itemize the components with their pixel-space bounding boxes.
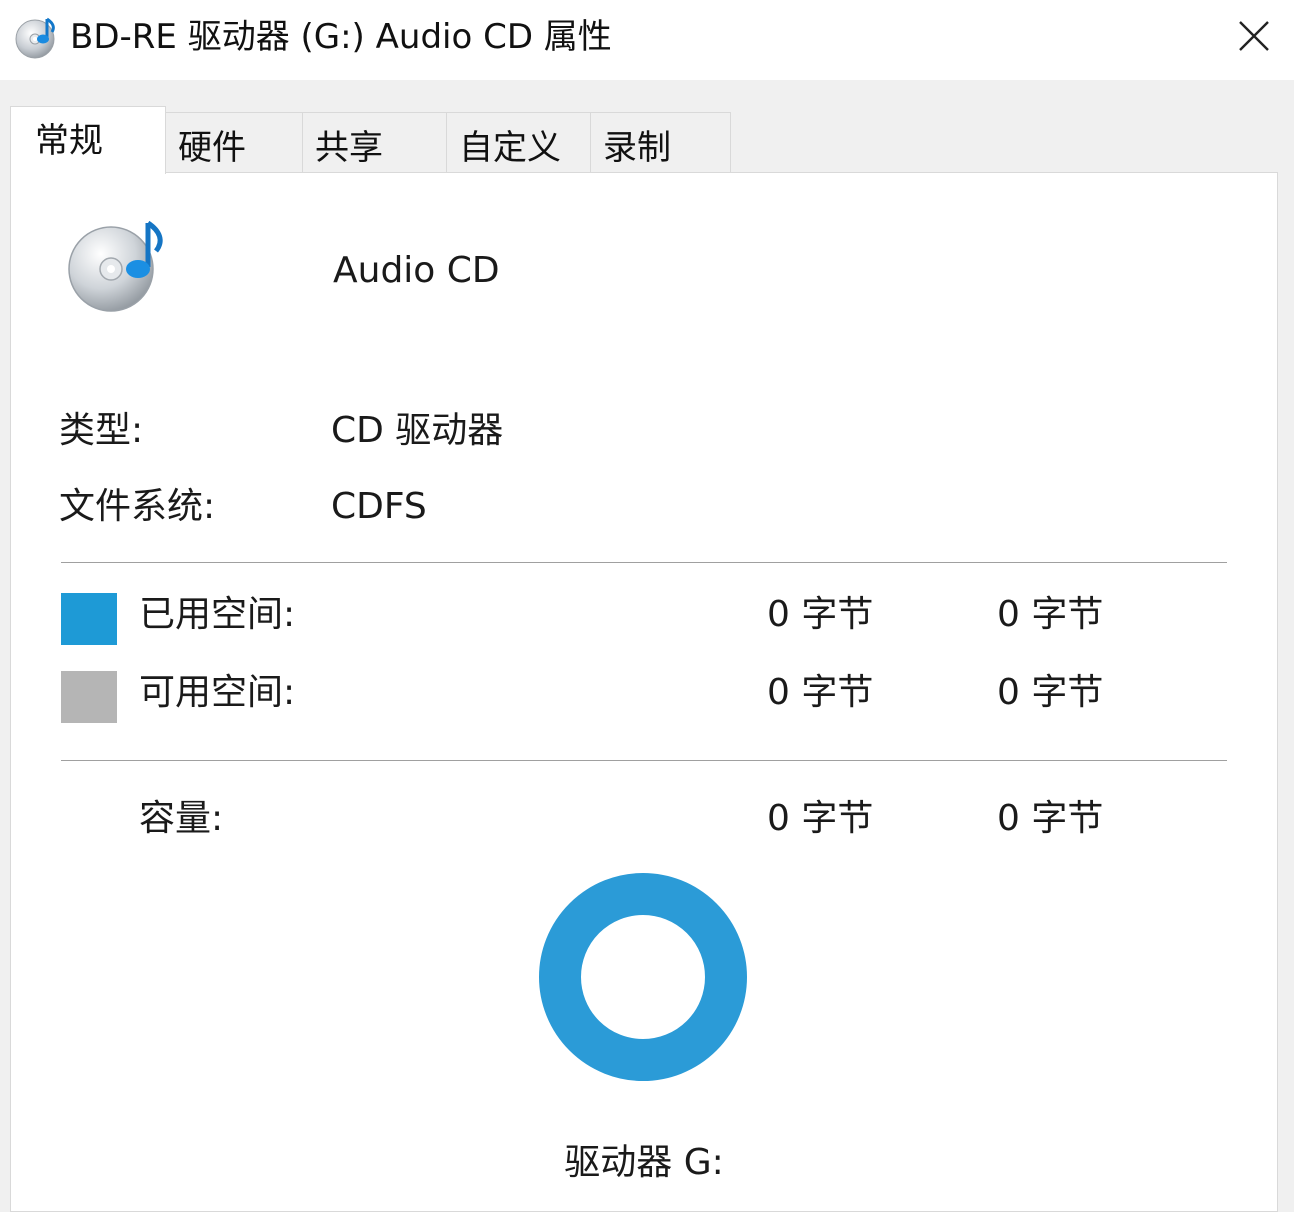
used-space-swatch	[61, 593, 117, 645]
tab-hardware[interactable]: 硬件	[165, 112, 303, 172]
title-bar: BD-RE 驱动器 (G:) Audio CD 属性	[0, 0, 1294, 80]
general-panel: Audio CD 类型: CD 驱动器 文件系统: CDFS 已用空间: 0 字…	[10, 172, 1278, 1212]
free-space-label: 可用空间:	[139, 672, 296, 713]
capacity-size: 0 字节	[997, 798, 1104, 839]
filesystem-label: 文件系统:	[59, 486, 216, 527]
divider	[61, 562, 1227, 563]
properties-dialog: 常规 硬件 共享 自定义 录制 Audio CD 类型: CD 驱动器 文件系统…	[0, 80, 1294, 1212]
used-space-label: 已用空间:	[139, 594, 296, 635]
close-icon	[1239, 21, 1269, 51]
type-label: 类型:	[59, 410, 144, 451]
disk-usage-donut	[539, 873, 747, 1081]
free-space-swatch	[61, 671, 117, 723]
divider	[61, 760, 1227, 761]
tab-general[interactable]: 常规	[10, 106, 166, 174]
tab-customize[interactable]: 自定义	[446, 112, 591, 172]
capacity-bytes: 0 字节	[767, 798, 874, 839]
window-title: BD-RE 驱动器 (G:) Audio CD 属性	[70, 17, 612, 57]
tab-recording[interactable]: 录制	[590, 112, 731, 172]
close-button[interactable]	[1214, 0, 1294, 76]
free-space-bytes: 0 字节	[767, 672, 874, 713]
audio-cd-icon	[68, 220, 163, 312]
type-value: CD 驱动器	[331, 410, 504, 451]
filesystem-value: CDFS	[331, 486, 427, 527]
drive-letter-label: 驱动器 G:	[564, 1142, 724, 1183]
used-space-bytes: 0 字节	[767, 594, 874, 635]
drive-name: Audio CD	[333, 250, 500, 291]
tab-sharing[interactable]: 共享	[302, 112, 447, 172]
used-space-size: 0 字节	[997, 594, 1104, 635]
audio-cd-icon	[15, 17, 55, 59]
capacity-label: 容量:	[139, 798, 224, 839]
free-space-size: 0 字节	[997, 672, 1104, 713]
tab-strip: 常规 硬件 共享 自定义 录制	[10, 106, 1280, 176]
